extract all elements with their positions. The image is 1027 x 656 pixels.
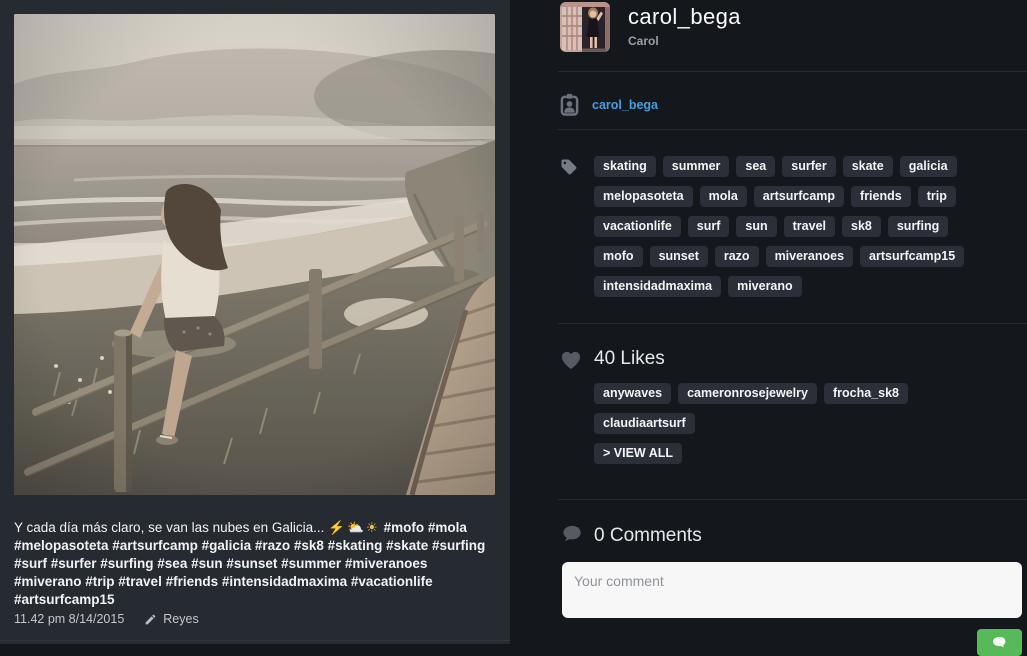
post-timestamp: 11.42 pm 8/14/2015 [14, 612, 124, 626]
display-name: Carol [628, 34, 741, 48]
avatar-photo [560, 2, 610, 52]
tag-chip[interactable]: sun [736, 216, 776, 237]
tag-chip[interactable]: mola [700, 186, 747, 207]
beach-photo-illustration [14, 14, 495, 495]
user-header: carol_bega Carol [510, 0, 1027, 71]
tag-chip[interactable]: sk8 [842, 216, 881, 237]
post-panel: Y cada día más claro, se van las nubes e… [0, 0, 510, 644]
liker-chip[interactable]: frocha_sk8 [824, 383, 908, 404]
profile-username-link[interactable]: carol_bega [592, 98, 658, 112]
details-panel: carol_bega Carol carol_bega skating summe… [510, 0, 1027, 644]
likes-icon-column [560, 348, 594, 473]
tag-chip[interactable]: sea [736, 156, 775, 177]
likes-body: 40 Likes anywaves cameronrosejewelry froch… [594, 348, 1005, 473]
comments-icon-column [562, 523, 594, 549]
tag-chip[interactable]: miverano [728, 276, 802, 297]
send-row [562, 629, 1022, 656]
tag-chip[interactable]: skate [843, 156, 893, 177]
comment-input[interactable] [562, 562, 1022, 618]
tag-chip[interactable]: trip [918, 186, 956, 207]
tag-chip[interactable]: vacationlife [594, 216, 681, 237]
heart-icon [560, 350, 582, 370]
edit-label: Reyes [163, 612, 198, 626]
comments-header: 0 Comments [562, 523, 1022, 549]
tag-chip[interactable]: surf [688, 216, 730, 237]
tag-chip[interactable]: skating [594, 156, 656, 177]
tag-chip[interactable]: summer [663, 156, 730, 177]
send-comment-icon [992, 636, 1007, 649]
divider [0, 640, 510, 641]
avatar[interactable] [560, 2, 610, 52]
edit-location-control[interactable]: Reyes [144, 612, 198, 626]
tag-icon [560, 158, 578, 176]
tag-chip[interactable]: razo [715, 246, 759, 267]
tag-chip[interactable]: galicia [900, 156, 957, 177]
caption-text: Y cada día más claro, se van las nubes e… [14, 520, 328, 535]
tag-chip[interactable]: sunset [650, 246, 708, 267]
post-photo [14, 14, 495, 495]
pencil-icon [144, 613, 157, 626]
tag-chip[interactable]: travel [784, 216, 835, 237]
page-title: carol_bega [628, 4, 741, 30]
tag-chip[interactable]: mofo [594, 246, 643, 267]
post-meta: 11.42 pm 8/14/2015 Reyes [14, 612, 199, 626]
tag-chip[interactable]: intensidadmaxima [594, 276, 721, 297]
view-all-button[interactable]: > VIEW ALL [594, 443, 682, 464]
tag-chip[interactable]: artsurfcamp15 [860, 246, 964, 267]
tag-chip[interactable]: miveranoes [766, 246, 853, 267]
liker-chip[interactable]: claudiaartsurf [594, 413, 695, 434]
tag-chip[interactable]: melopasoteta [594, 186, 693, 207]
likes-count: 40 Likes [594, 348, 1005, 370]
tag-chip-list: skating summer sea surfer skate galicia melopa… [594, 156, 1005, 306]
liker-chip[interactable]: cameronrosejewelry [678, 383, 817, 404]
comments-count: 0 Comments [594, 525, 702, 547]
tags-icon-column [560, 156, 594, 306]
likes-section: 40 Likes anywaves cameronrosejewelry froch… [510, 324, 1027, 499]
send-comment-button[interactable] [977, 629, 1022, 656]
liker-chip[interactable]: anywaves [594, 383, 671, 404]
liker-chip-list: anywaves cameronrosejewelry frocha_sk8clau… [594, 383, 1005, 443]
tag-chip[interactable]: surfer [782, 156, 835, 177]
tag-chip[interactable]: surfing [888, 216, 948, 237]
weather-emojis: ⚡⛅☀ [328, 520, 380, 535]
post-caption: Y cada día más claro, se van las nubes e… [14, 519, 497, 609]
user-titles: carol_bega Carol [628, 2, 741, 48]
profile-link-row: carol_bega [510, 72, 1027, 129]
tags-section: skating summer sea surfer skate galicia melopa… [510, 130, 1027, 323]
tag-chip[interactable]: friends [851, 186, 911, 207]
tag-chip[interactable]: artsurfcamp [754, 186, 844, 207]
user-card-icon [560, 93, 579, 116]
comments-section: 0 Comments [510, 500, 1027, 656]
comment-bubble-icon [562, 525, 583, 544]
